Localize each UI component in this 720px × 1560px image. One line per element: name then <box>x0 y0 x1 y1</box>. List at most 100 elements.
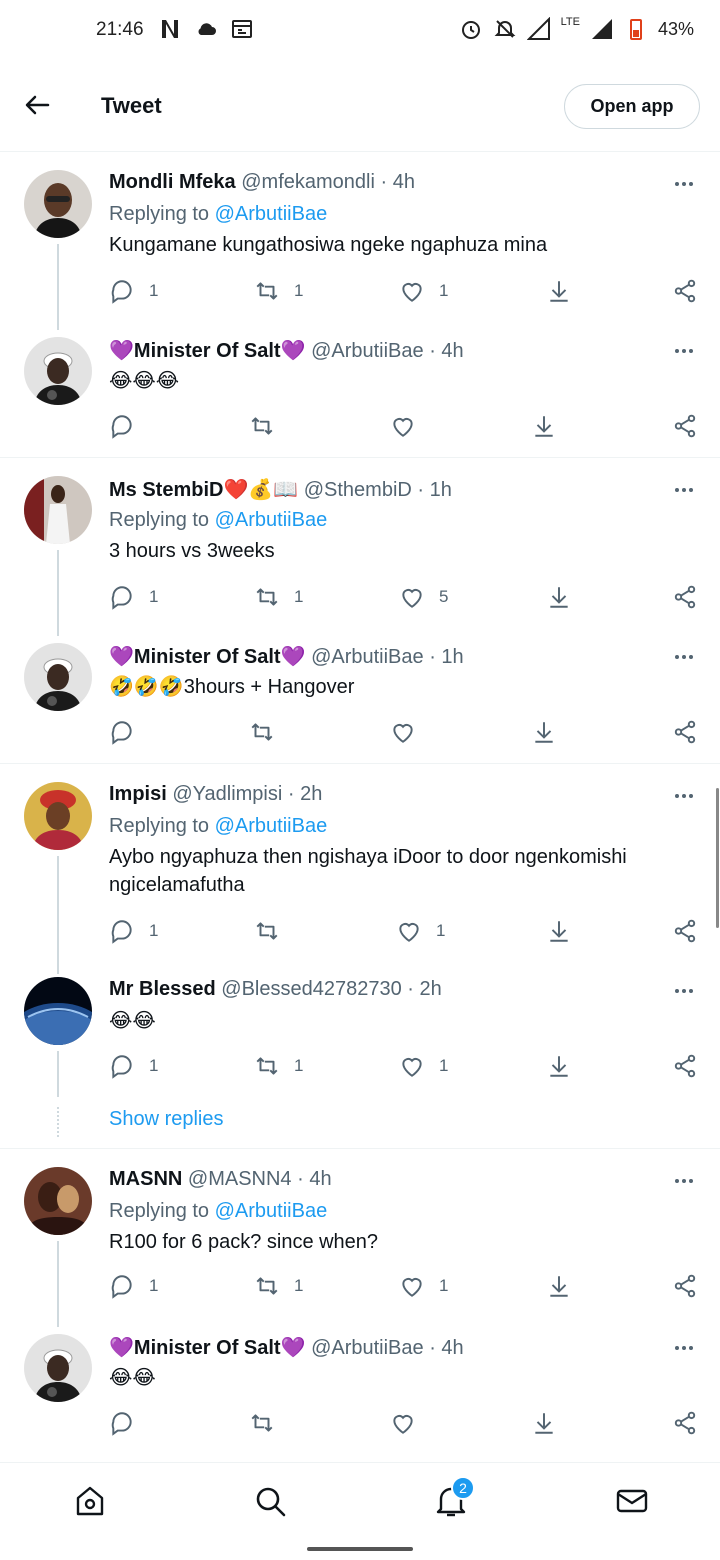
more-options-icon[interactable] <box>672 979 696 1003</box>
tweet-actions <box>109 719 699 749</box>
share-button[interactable] <box>672 278 698 304</box>
show-replies-link[interactable]: Show replies <box>109 1108 224 1131</box>
retweet-button[interactable]: 1 <box>254 278 303 304</box>
more-options-icon[interactable] <box>672 645 696 669</box>
reply-icon <box>111 721 132 745</box>
tweet[interactable]: 💜Minister Of Salt💜 @ArbutiiBae · 1h 🤣🤣🤣3… <box>0 633 720 763</box>
handle[interactable]: @ArbutiiBae <box>311 340 424 362</box>
reply-button[interactable]: 1 <box>109 1053 158 1079</box>
tweet[interactable]: 💜Minister Of Salt💜 @ArbutiiBae · 4h 😂😂😂 <box>0 327 720 457</box>
download-button[interactable] <box>531 719 557 745</box>
reply-button[interactable] <box>109 413 149 439</box>
timestamp: · 4h <box>429 1337 464 1359</box>
more-options-icon[interactable] <box>672 478 696 502</box>
share-button[interactable] <box>672 584 698 610</box>
tweet[interactable]: 💜Minister Of Salt💜 @ArbutiiBae · 4h 😂😂 <box>0 1324 720 1454</box>
display-name[interactable]: 💜Minister Of Salt💜 <box>109 1337 306 1359</box>
mention-link[interactable]: @ArbutiiBae <box>215 815 328 837</box>
like-button[interactable]: 1 <box>399 1273 448 1299</box>
reply-button[interactable] <box>109 719 149 745</box>
retweet-button[interactable] <box>254 918 294 944</box>
mention-link[interactable]: @ArbutiiBae <box>215 509 328 531</box>
handle[interactable]: @SthembiD <box>304 479 412 501</box>
handle[interactable]: @Yadlimpisi <box>172 783 282 805</box>
like-button[interactable] <box>390 1410 430 1436</box>
retweet-button[interactable]: 1 <box>254 1053 303 1079</box>
handle[interactable]: @ArbutiiBae <box>311 646 424 668</box>
retweet-button[interactable] <box>249 719 289 745</box>
reply-button[interactable]: 1 <box>109 918 158 944</box>
reply-icon <box>111 280 132 304</box>
reply-button[interactable] <box>109 1410 149 1436</box>
avatar[interactable] <box>24 1334 92 1402</box>
home-icon[interactable] <box>72 1483 108 1519</box>
open-app-button[interactable]: Open app <box>564 84 700 129</box>
reply-button[interactable]: 1 <box>109 584 158 610</box>
like-button[interactable] <box>390 719 430 745</box>
tweet-actions <box>109 1410 699 1440</box>
like-button[interactable]: 5 <box>399 584 448 610</box>
display-name[interactable]: Ms StembiD❤️💰📖 <box>109 479 298 501</box>
reply-button[interactable]: 1 <box>109 1273 158 1299</box>
share-button[interactable] <box>672 918 698 944</box>
handle[interactable]: @MASNN4 <box>188 1168 292 1190</box>
reply-button[interactable]: 1 <box>109 278 158 304</box>
tweet[interactable]: Ms StembiD❤️💰📖 @SthembiD · 1h Replying t… <box>0 466 720 636</box>
mention-link[interactable]: @ArbutiiBae <box>215 1200 328 1222</box>
more-options-icon[interactable] <box>672 339 696 363</box>
handle[interactable]: @mfekamondli <box>241 171 375 193</box>
display-name[interactable]: MASNN <box>109 1168 182 1190</box>
search-icon[interactable] <box>252 1483 288 1519</box>
avatar[interactable] <box>24 337 92 405</box>
share-button[interactable] <box>672 719 698 745</box>
retweet-button[interactable]: 1 <box>254 1273 303 1299</box>
avatar[interactable] <box>24 1167 92 1235</box>
retweet-button[interactable] <box>249 1410 289 1436</box>
messages-mail-icon[interactable] <box>614 1483 650 1519</box>
lte-label: LTE <box>560 16 580 28</box>
share-button[interactable] <box>672 1410 698 1436</box>
download-button[interactable] <box>546 278 572 304</box>
avatar[interactable] <box>24 170 92 238</box>
tweet[interactable]: MASNN @MASNN4 · 4h Replying to @ArbutiiB… <box>0 1157 720 1327</box>
more-options-icon[interactable] <box>672 1336 696 1360</box>
tweet[interactable]: Mondli Mfeka @mfekamondli · 4h Replying … <box>0 160 720 330</box>
display-name[interactable]: Mr Blessed <box>109 978 216 1000</box>
like-button[interactable] <box>390 413 430 439</box>
like-button[interactable]: 1 <box>396 918 445 944</box>
avatar[interactable] <box>24 782 92 850</box>
like-button[interactable]: 1 <box>399 278 448 304</box>
download-button[interactable] <box>546 1053 572 1079</box>
more-options-icon[interactable] <box>672 172 696 196</box>
download-button[interactable] <box>531 1410 557 1436</box>
download-icon <box>535 1413 553 1434</box>
share-button[interactable] <box>672 1273 698 1299</box>
more-options-icon[interactable] <box>672 784 696 808</box>
display-name[interactable]: Impisi <box>109 783 167 805</box>
handle[interactable]: @ArbutiiBae <box>311 1337 424 1359</box>
avatar[interactable] <box>24 643 92 711</box>
avatar[interactable] <box>24 977 92 1045</box>
share-button[interactable] <box>672 1053 698 1079</box>
display-name[interactable]: 💜Minister Of Salt💜 <box>109 340 306 362</box>
like-button[interactable]: 1 <box>399 1053 448 1079</box>
download-button[interactable] <box>546 918 572 944</box>
handle[interactable]: @Blessed42782730 <box>221 978 401 1000</box>
scrollbar[interactable] <box>716 788 719 928</box>
share-button[interactable] <box>672 413 698 439</box>
retweet-icon <box>256 922 278 940</box>
download-button[interactable] <box>546 1273 572 1299</box>
download-button[interactable] <box>546 584 572 610</box>
tweet[interactable]: Impisi @Yadlimpisi · 2h Replying to @Arb… <box>0 772 720 974</box>
more-options-icon[interactable] <box>672 1169 696 1193</box>
retweet-button[interactable] <box>249 413 289 439</box>
download-button[interactable] <box>531 413 557 439</box>
mention-link[interactable]: @ArbutiiBae <box>215 203 328 225</box>
back-arrow-icon[interactable] <box>22 90 52 120</box>
retweet-button[interactable]: 1 <box>254 584 303 610</box>
timestamp: · 4h <box>429 340 464 362</box>
tweet[interactable]: Mr Blessed @Blessed42782730 · 2h 😂😂 1 1 … <box>0 967 720 1147</box>
display-name[interactable]: 💜Minister Of Salt💜 <box>109 646 306 668</box>
display-name[interactable]: Mondli Mfeka <box>109 171 236 193</box>
avatar[interactable] <box>24 476 92 544</box>
